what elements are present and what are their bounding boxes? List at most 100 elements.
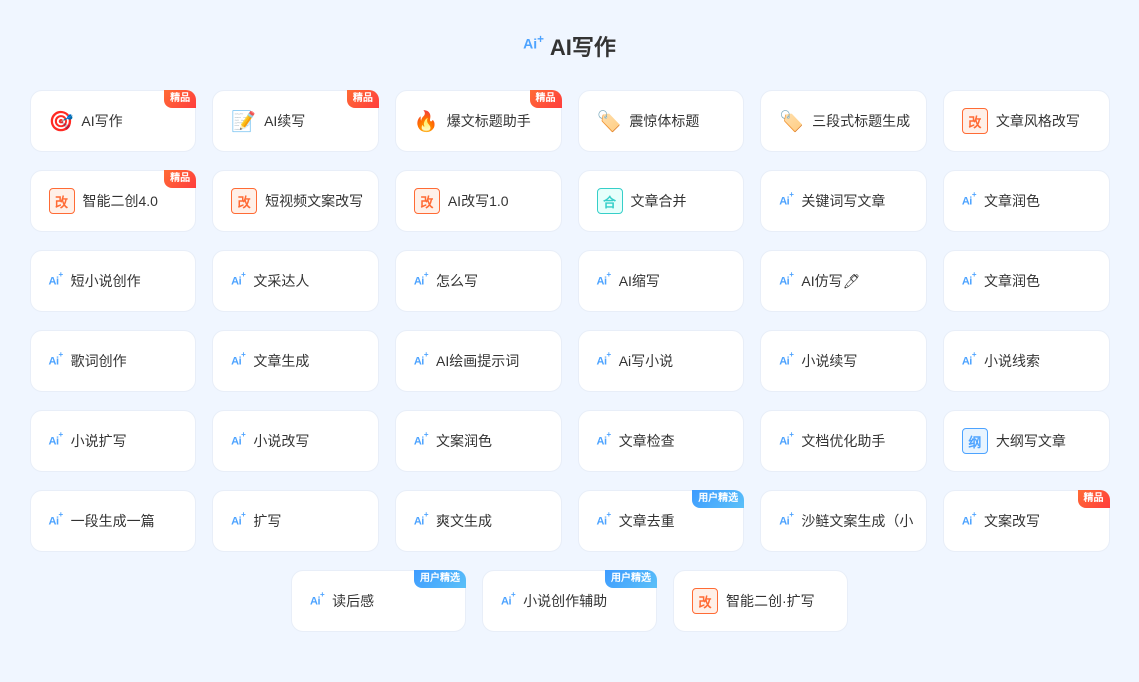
label-novel-continue: 小说续写: [801, 351, 857, 371]
card-short-novel[interactable]: Ai+短小说创作: [30, 250, 197, 312]
badge-read-review: 用户精选: [414, 570, 466, 588]
badge-ai-writing: 精品: [164, 90, 196, 108]
label-copy-rewrite: 文案改写: [984, 511, 1040, 531]
card-smart-recreate2[interactable]: 改智能二创·扩写: [673, 570, 848, 632]
card-writing-talent[interactable]: Ai+文采达人: [212, 250, 379, 312]
ai-prefix-ai-imitate: Ai+: [779, 273, 793, 288]
label-爽文-generate: 爽文生成: [436, 511, 492, 531]
card-shocking-title[interactable]: 🏷️ 震惊体标题: [578, 90, 745, 152]
card-read-review[interactable]: 用户精选Ai+读后感: [291, 570, 466, 632]
card-smart-recreate[interactable]: 精品改智能二创4.0: [30, 170, 197, 232]
label-three-title: 三段式标题生成: [812, 111, 910, 131]
card-爽文-generate[interactable]: Ai+爽文生成: [395, 490, 562, 552]
card-expand-write[interactable]: Ai+ 扩写: [212, 490, 379, 552]
label-copy-polish: 文案润色: [436, 431, 492, 451]
label-short-video: 短视频文案改写: [265, 191, 363, 211]
label-ai-writing: AI写作: [81, 111, 122, 131]
grid-row-2: Ai+短小说创作Ai+文采达人Ai+怎么写Ai+AI缩写Ai+AI仿写🖊Ai+文…: [30, 250, 1110, 312]
icon-article-merge: 合: [597, 188, 623, 214]
card-novel-clue[interactable]: Ai+ 小说线索: [943, 330, 1110, 392]
card-article-dedup[interactable]: 用户精选Ai+文章去重: [578, 490, 745, 552]
card-article-generate[interactable]: Ai+文章生成: [212, 330, 379, 392]
label-ai-draw-prompt: AI绘画提示词: [436, 351, 519, 371]
label-outline-write: 大纲写文章: [996, 431, 1066, 451]
card-article-style[interactable]: 改文章风格改写: [943, 90, 1110, 152]
grid-row-3: Ai+歌词创作Ai+文章生成Ai+AI绘画提示词Ai+Ai写小说Ai+小说续写A…: [30, 330, 1110, 392]
card-outline-write[interactable]: 纲大纲写文章: [943, 410, 1110, 472]
icon-explode-title: 🔥: [414, 109, 439, 134]
ai-prefix-article-polish1: Ai+: [962, 193, 976, 208]
grid-row-5: Ai+一段生成一篇Ai+扩写Ai+爽文生成用户精选Ai+文章去重Ai+沙鲢文案生…: [30, 490, 1110, 552]
label-article-polish1: 文章润色: [984, 191, 1040, 211]
label-one-para-gen: 一段生成一篇: [71, 511, 155, 531]
card-how-to-write[interactable]: Ai+怎么写: [395, 250, 562, 312]
card-ai-write-novel[interactable]: Ai+Ai写小说: [578, 330, 745, 392]
card-ai-writing[interactable]: 精品🎯AI写作: [30, 90, 197, 152]
ai-prefix-copy-rewrite: Ai+: [962, 513, 976, 528]
icon-ai-continue: 📝: [231, 109, 256, 134]
grid-row-4: Ai+ 小说扩写 Ai+小说改写 Ai+ 文案润色 Ai+文章检查 Ai+ 文档优化助手 纲大纲…: [30, 410, 1110, 472]
ai-prefix-article-polish2: Ai+: [962, 273, 976, 288]
card-explode-title[interactable]: 精品🔥爆文标题助手: [395, 90, 562, 152]
page-title: Ai+ AI写作: [523, 30, 616, 62]
card-doc-optimize[interactable]: Ai+ 文档优化助手: [760, 410, 927, 472]
badge-novel-assist: 用户精选: [605, 570, 657, 588]
label-novel-rewrite: 小说改写: [253, 431, 309, 451]
card-ai-rewrite[interactable]: 改AI改写1.0: [395, 170, 562, 232]
card-article-polish1[interactable]: Ai+ 文章润色: [943, 170, 1110, 232]
card-ai-continue[interactable]: 精品📝AI续写: [212, 90, 379, 152]
ai-prefix-article-dedup: Ai+: [597, 513, 611, 528]
label-ai-imitate: AI仿写🖊: [801, 271, 860, 291]
ai-prefix-expand-write: Ai+: [231, 513, 245, 528]
card-copy-rewrite[interactable]: 精品Ai+文案改写: [943, 490, 1110, 552]
card-novel-expand[interactable]: Ai+ 小说扩写: [30, 410, 197, 472]
ai-prefix-ai-summarize: Ai+: [597, 273, 611, 288]
icon-shocking-title: 🏷️: [597, 109, 622, 134]
icon-ai-rewrite: 改: [414, 188, 440, 214]
card-one-para-gen[interactable]: Ai+一段生成一篇: [30, 490, 197, 552]
ai-prefix-copy-polish: Ai+: [414, 433, 428, 448]
label-article-check: 文章检查: [619, 431, 675, 451]
card-ai-imitate[interactable]: Ai+ AI仿写🖊: [760, 250, 927, 312]
label-smart-recreate: 智能二创4.0: [83, 191, 158, 211]
card-lyrics-create[interactable]: Ai+歌词创作: [30, 330, 197, 392]
label-expand-write: 扩写: [253, 511, 281, 531]
card-ai-summarize[interactable]: Ai+AI缩写: [578, 250, 745, 312]
card-novel-continue[interactable]: Ai+小说续写: [760, 330, 927, 392]
ai-prefix-short-novel: Ai+: [49, 273, 63, 288]
card-keyword-write[interactable]: Ai+关键词写文章: [760, 170, 927, 232]
grid-row-0: 精品🎯AI写作精品📝AI续写精品🔥爆文标题助手🏷️震惊体标题🏷️三段式标题生成改…: [30, 90, 1110, 152]
label-article-polish2: 文章润色: [984, 271, 1040, 291]
card-article-merge[interactable]: 合文章合并: [578, 170, 745, 232]
ai-prefix-novel-clue: Ai+: [962, 353, 976, 368]
label-doc-optimize: 文档优化助手: [801, 431, 885, 451]
card-ai-draw-prompt[interactable]: Ai+AI绘画提示词: [395, 330, 562, 392]
label-explode-title: 爆文标题助手: [447, 111, 531, 131]
label-read-review: 读后感: [332, 591, 374, 611]
label-novel-expand: 小说扩写: [71, 431, 127, 451]
card-novel-rewrite[interactable]: Ai+小说改写: [212, 410, 379, 472]
icon-article-style: 改: [962, 108, 988, 134]
ai-prefix-doc-optimize: Ai+: [779, 433, 793, 448]
label-writing-talent: 文采达人: [253, 271, 309, 291]
grid-row-6: 用户精选Ai+读后感用户精选Ai+小说创作辅助改智能二创·扩写: [30, 570, 1110, 632]
card-article-polish2[interactable]: Ai+ 文章润色: [943, 250, 1110, 312]
label-ai-write-novel: Ai写小说: [619, 351, 673, 371]
ai-prefix-keyword-write: Ai+: [779, 193, 793, 208]
icon-short-video: 改: [231, 188, 257, 214]
card-short-video[interactable]: 改短视频文案改写: [212, 170, 379, 232]
ai-prefix-lyrics-create: Ai+: [49, 353, 63, 368]
ai-prefix-novel-expand: Ai+: [49, 433, 63, 448]
card-novel-assist[interactable]: 用户精选Ai+小说创作辅助: [482, 570, 657, 632]
label-shocking-title: 震惊体标题: [629, 111, 699, 131]
grid-container: 精品🎯AI写作精品📝AI续写精品🔥爆文标题助手🏷️震惊体标题🏷️三段式标题生成改…: [30, 90, 1110, 632]
label-article-style: 文章风格改写: [996, 111, 1080, 131]
label-novel-clue: 小说线索: [984, 351, 1040, 371]
ai-prefix-how-to-write: Ai+: [414, 273, 428, 288]
ai-prefix-novel-assist: Ai+: [501, 593, 515, 608]
card-copy-polish[interactable]: Ai+ 文案润色: [395, 410, 562, 472]
card-article-check[interactable]: Ai+文章检查: [578, 410, 745, 472]
card-three-title[interactable]: 🏷️三段式标题生成: [760, 90, 927, 152]
card-shalei-copy[interactable]: Ai+沙鲢文案生成（小: [760, 490, 927, 552]
ai-prefix-article-generate: Ai+: [231, 353, 245, 368]
